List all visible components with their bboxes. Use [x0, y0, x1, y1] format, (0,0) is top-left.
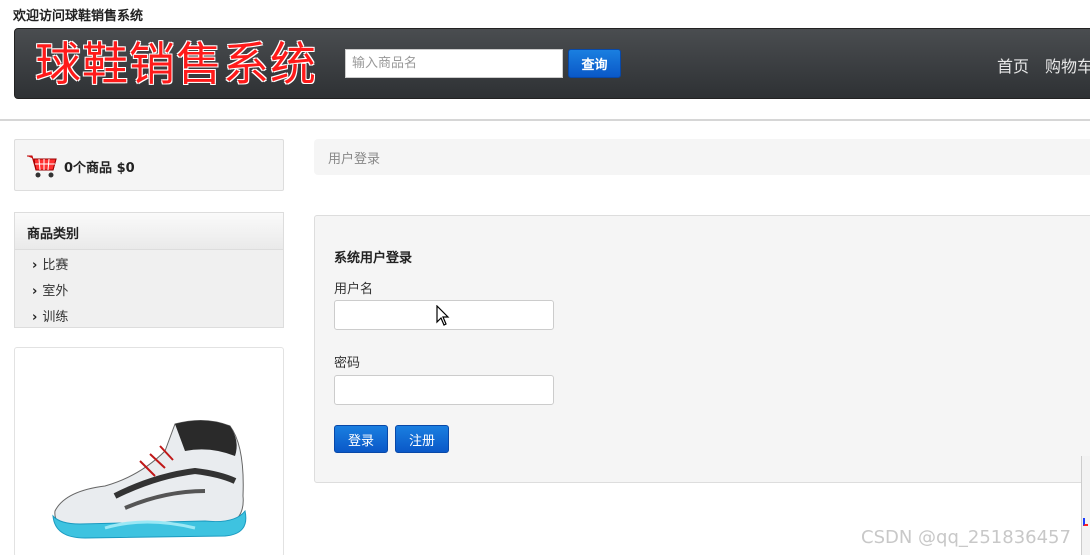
product-search-input[interactable] — [345, 49, 563, 78]
login-form-panel: 系统用户登录 用户名 密码 登录 注册 — [314, 215, 1090, 483]
login-button[interactable]: 登录 — [334, 425, 388, 453]
site-logo[interactable]: 球鞋销售系统 — [35, 35, 317, 93]
header-divider — [0, 119, 1090, 121]
search-button[interactable]: 查询 — [568, 49, 621, 78]
breadcrumb: 用户登录 — [314, 139, 1090, 175]
nav-cart-link[interactable]: 购物车 — [1045, 57, 1090, 76]
nav-home-link[interactable]: 首页 — [997, 57, 1029, 76]
featured-product-card[interactable] — [14, 347, 284, 555]
mouse-pointer-icon — [436, 305, 450, 326]
password-field[interactable] — [334, 375, 554, 405]
password-label: 密码 — [334, 356, 361, 371]
welcome-text: 欢迎访问球鞋销售系统 — [13, 9, 144, 24]
basketball-shoe-image — [52, 420, 247, 539]
register-button[interactable]: 注册 — [395, 425, 449, 453]
cart-summary-text: 0个商品 $0 — [64, 161, 135, 176]
login-form-title: 系统用户登录 — [334, 251, 413, 266]
chevron-right-icon: › — [32, 310, 38, 325]
header-bar: 球鞋销售系统 查询 首页购物车 — [14, 28, 1090, 99]
window-edge-strip — [1081, 456, 1090, 555]
category-item-label: 训练 — [42, 310, 69, 325]
category-item-outdoor[interactable]: › 室外 — [15, 276, 283, 302]
cart-summary-box[interactable]: 0个商品 $0 — [14, 139, 284, 191]
chevron-right-icon: › — [32, 258, 38, 273]
category-item-training[interactable]: › 训练 — [15, 302, 283, 328]
chevron-right-icon: › — [32, 284, 38, 299]
category-item-label: 比赛 — [42, 258, 69, 273]
category-title: 商品类别 — [15, 213, 283, 250]
csdn-watermark: CSDN @qq_251836457 — [861, 527, 1071, 548]
top-nav: 首页 购物车 — [997, 53, 1090, 77]
category-panel: 商品类别 › 比赛 › 室外 › 训练 — [14, 212, 284, 328]
category-item-competition[interactable]: › 比赛 — [15, 250, 283, 276]
category-item-label: 室外 — [42, 284, 69, 299]
edge-color-mark — [1083, 518, 1088, 526]
shopping-cart-icon — [27, 155, 57, 178]
username-label: 用户名 — [334, 282, 374, 297]
